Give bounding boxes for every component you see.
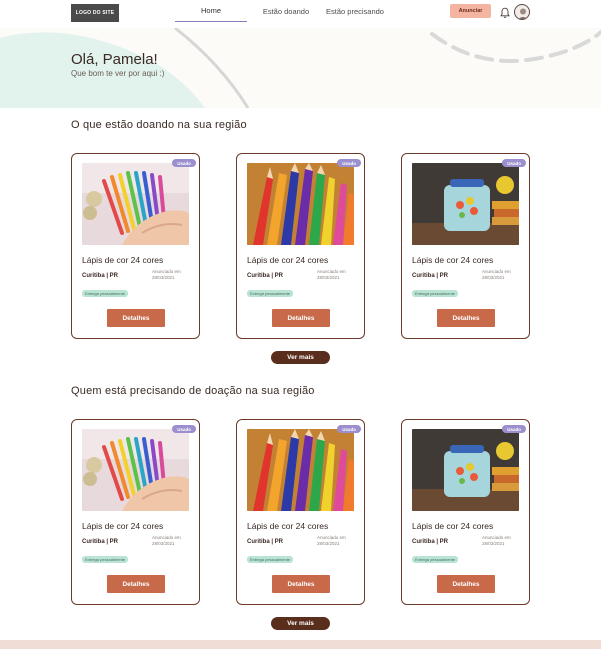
details-button[interactable]: Detalhes (107, 575, 165, 593)
donation-card[interactable]: Usado Lápis de cor 24 cores Curitiba | P… (401, 153, 530, 339)
product-date: Anunciado em 28/03/2021 (317, 269, 346, 280)
product-date: Anunciado em 28/03/2021 (482, 269, 511, 280)
product-image (412, 429, 519, 511)
delivery-tag: Entrega pessoalmente (82, 556, 129, 563)
condition-badge: Usado (337, 159, 361, 167)
product-location: Curitiba | PR (82, 273, 119, 279)
need-card[interactable]: Usado Lápis de cor 24 cores Curitiba | P… (401, 419, 530, 605)
hero-banner (0, 28, 601, 108)
greeting-subtitle: Que bom te ver por aqui :) (71, 69, 165, 78)
condition-badge: Usado (172, 159, 196, 167)
delivery-tag: Entrega pessoalmente (412, 556, 459, 563)
details-button[interactable]: Detalhes (272, 575, 330, 593)
bell-icon[interactable] (500, 6, 510, 18)
delivery-tag: Entrega pessoalmente (247, 290, 294, 297)
product-date: Anunciado em 28/03/2021 (482, 535, 511, 546)
product-location: Curitiba | PR (247, 273, 284, 279)
product-image (82, 429, 189, 511)
product-location: Curitiba | PR (412, 539, 449, 545)
details-button[interactable]: Detalhes (437, 309, 495, 327)
see-more-donating-button[interactable]: Ver mais (271, 351, 330, 364)
product-title: Lápis de cor 24 cores (82, 255, 164, 265)
product-title: Lápis de cor 24 cores (412, 255, 494, 265)
needing-section-title: Quem está precisando de doação na sua re… (71, 385, 315, 397)
footer-band (0, 640, 601, 649)
product-image (82, 163, 189, 245)
product-location: Curitiba | PR (82, 539, 119, 545)
condition-badge: Usado (502, 425, 526, 433)
see-more-needing-button[interactable]: Ver mais (271, 617, 330, 630)
product-date: Anunciado em 28/03/2021 (152, 535, 181, 546)
top-navbar: LOGO DO SITE Home Estão doando Estão pre… (0, 0, 601, 28)
nav-home[interactable]: Home (175, 0, 247, 22)
site-logo[interactable]: LOGO DO SITE (71, 4, 119, 22)
need-card[interactable]: Usado Lápis de cor 24 cores Curitiba | P… (71, 419, 200, 605)
nav-needing[interactable]: Estão precisando (325, 0, 385, 22)
greeting-title: Olá, Pamela! (71, 51, 158, 68)
condition-badge: Usado (172, 425, 196, 433)
need-card[interactable]: Usado Lápis de cor 24 cores Curitiba | P… (236, 419, 365, 605)
announce-button[interactable]: Anunciar (450, 4, 491, 18)
details-button[interactable]: Detalhes (107, 309, 165, 327)
user-avatar[interactable] (514, 4, 530, 20)
details-button[interactable]: Detalhes (437, 575, 495, 593)
product-image (412, 163, 519, 245)
donation-card[interactable]: Usado Lápis de cor 24 cores Curitiba | P… (71, 153, 200, 339)
delivery-tag: Entrega pessoalmente (247, 556, 294, 563)
product-date: Anunciado em 28/03/2021 (152, 269, 181, 280)
product-title: Lápis de cor 24 cores (82, 521, 164, 531)
nav-donating[interactable]: Estão doando (247, 0, 325, 22)
product-image (247, 429, 354, 511)
product-title: Lápis de cor 24 cores (247, 255, 329, 265)
product-location: Curitiba | PR (412, 273, 449, 279)
details-button[interactable]: Detalhes (272, 309, 330, 327)
product-title: Lápis de cor 24 cores (247, 521, 329, 531)
delivery-tag: Entrega pessoalmente (412, 290, 459, 297)
product-title: Lápis de cor 24 cores (412, 521, 494, 531)
product-date: Anunciado em 28/03/2021 (317, 535, 346, 546)
condition-badge: Usado (502, 159, 526, 167)
donation-card[interactable]: Usado Lápis de cor 24 cores Curitiba | P… (236, 153, 365, 339)
product-location: Curitiba | PR (247, 539, 284, 545)
delivery-tag: Entrega pessoalmente (82, 290, 129, 297)
hero-decoration (0, 28, 601, 108)
main-nav: Home Estão doando Estão precisando (175, 0, 385, 22)
donating-section-title: O que estão doando na sua região (71, 119, 247, 131)
product-image (247, 163, 354, 245)
condition-badge: Usado (337, 425, 361, 433)
